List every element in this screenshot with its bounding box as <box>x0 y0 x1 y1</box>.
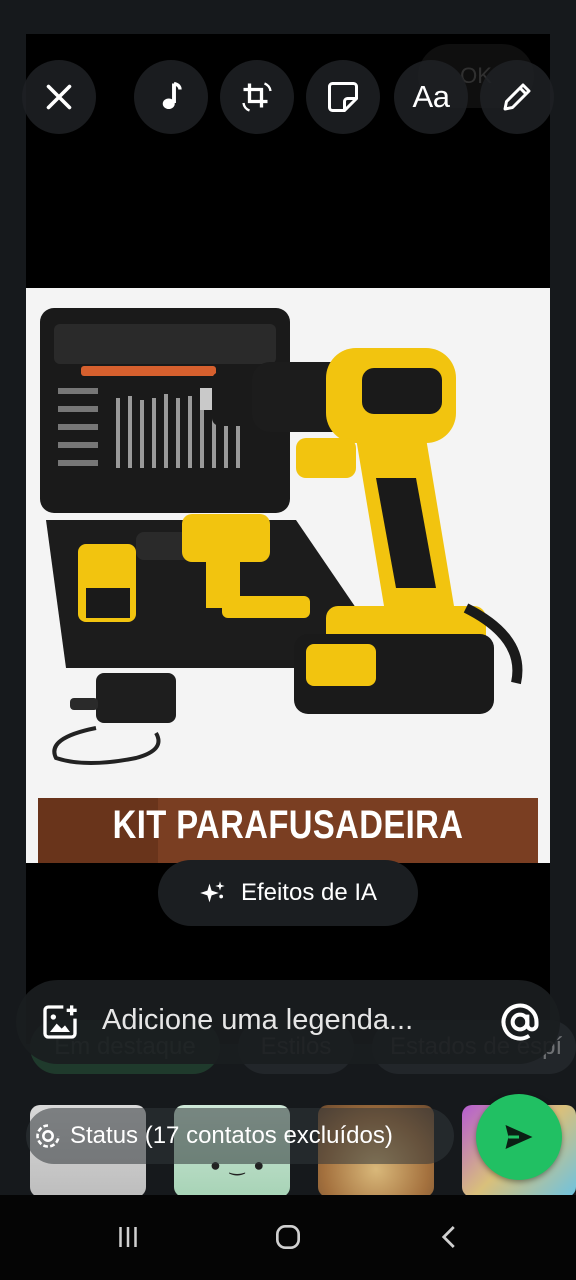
caption-input[interactable]: Adicione uma legenda... <box>102 1004 413 1037</box>
sticker-button[interactable] <box>306 60 380 134</box>
music-note-icon <box>162 81 182 109</box>
crop-rotate-button[interactable] <box>220 60 294 134</box>
home-icon <box>276 1225 300 1249</box>
text-button[interactable]: Aa <box>394 60 468 134</box>
banner-text: KIT PARAFUSADEIRA <box>112 803 464 847</box>
crop-rotate-icon <box>242 82 272 112</box>
send-button[interactable] <box>476 1094 562 1180</box>
home-button[interactable] <box>258 1215 318 1259</box>
system-navigation-bar <box>0 1195 576 1280</box>
close-icon <box>46 84 72 110</box>
product-image: KIT PARAFUSADEIRA <box>26 288 550 863</box>
sticker-icon <box>328 82 358 112</box>
status-label: Status (17 contatos excluídos) <box>70 1122 393 1149</box>
drill-kit-illustration <box>26 288 550 863</box>
status-ring-icon <box>36 1124 60 1148</box>
ai-effects-label: Efeitos de IA <box>240 879 378 906</box>
recents-button[interactable] <box>98 1215 158 1259</box>
text-tool-label: Aa <box>412 79 450 114</box>
ai-effects-button[interactable]: Efeitos de IA <box>158 860 418 926</box>
recents-icon <box>119 1227 137 1247</box>
add-image-icon[interactable] <box>40 1002 80 1042</box>
back-icon <box>441 1226 455 1248</box>
at-icon[interactable] <box>498 1000 542 1044</box>
pencil-icon <box>503 83 531 111</box>
draw-button[interactable] <box>480 60 554 134</box>
back-button[interactable] <box>420 1215 480 1259</box>
close-button[interactable] <box>22 60 96 134</box>
music-button[interactable] <box>134 60 208 134</box>
caption-bar: Adicione uma legenda... <box>16 980 560 1064</box>
sparkle-icon <box>200 881 225 903</box>
status-audience-selector[interactable]: Status (17 contatos excluídos) <box>26 1108 454 1164</box>
send-icon <box>505 1125 533 1149</box>
